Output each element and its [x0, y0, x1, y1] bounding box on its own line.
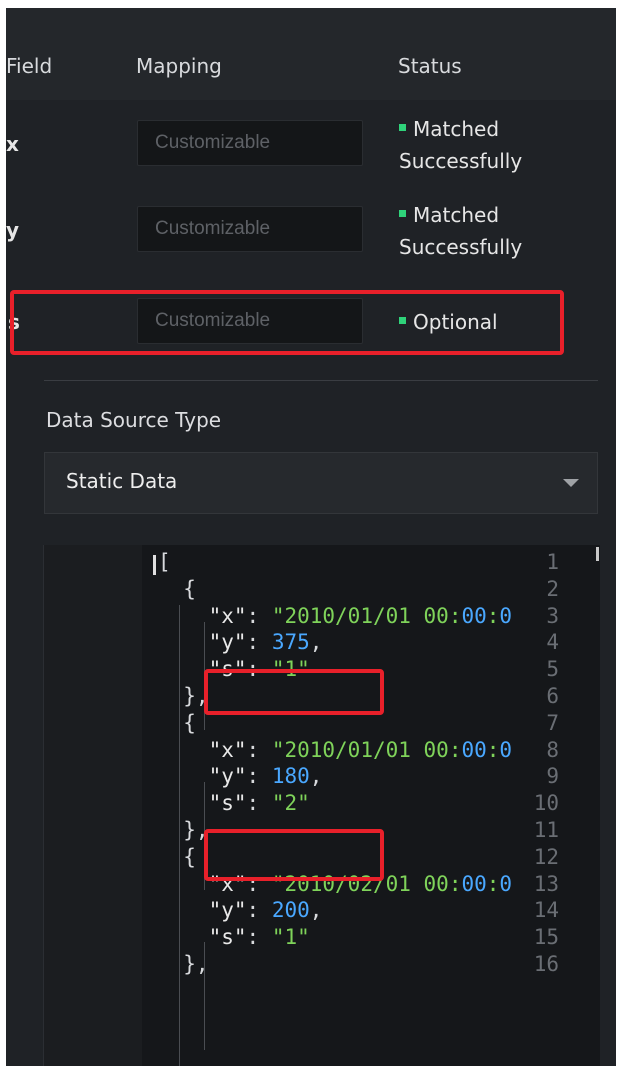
status-text-y: Matched Successfully [399, 203, 523, 259]
code-line: { [158, 710, 196, 735]
data-source-type-select[interactable]: Static Data [44, 452, 598, 514]
code-line: "s": "1" [208, 925, 310, 950]
code-line: }, [158, 818, 209, 842]
code-line: "x": "2010/01/01 00:00:0 [208, 603, 513, 628]
indent-guide [179, 605, 180, 1066]
code-line: "y": 375, [208, 630, 323, 655]
editor-scrollbar[interactable] [596, 547, 599, 561]
status-dot-icon [399, 210, 406, 217]
static-data-code-editor[interactable]: 1 2 3 4 5 6 7 8 9 10 11 12 13 14 15 16 [ { "x": "2010/0… [43, 545, 600, 1066]
indent-guide [204, 942, 205, 1050]
line-number-gutter [44, 545, 142, 1066]
status-y: Matched Successfully [399, 199, 569, 263]
data-source-type-value: Static Data [66, 469, 178, 493]
code-line: "x": "2010/01/01 00:00:0 [208, 737, 513, 762]
code-line: }, [158, 952, 209, 976]
line-number: 9 [546, 764, 559, 789]
code-line: "y": 200, [208, 898, 323, 923]
line-number: 6 [546, 684, 559, 708]
line-number: 2 [546, 576, 559, 601]
field-table-header: Field Mapping Status [6, 8, 616, 100]
highlight-box-s-value-2 [204, 829, 384, 881]
highlight-box-row-s [10, 290, 564, 355]
mapping-input-y[interactable]: Customizable [137, 206, 363, 252]
status-dot-icon [399, 124, 406, 131]
line-number: 11 [533, 818, 559, 842]
line-number: 15 [533, 925, 559, 950]
line-number: 1 [546, 550, 559, 574]
mapping-column-header: Mapping [136, 54, 222, 78]
divider [44, 380, 598, 381]
code-line: [ [158, 550, 171, 574]
chevron-down-icon [563, 479, 579, 487]
status-text-x: Matched Successfully [399, 117, 523, 173]
line-number: 5 [546, 657, 559, 682]
highlight-box-s-value-1 [204, 669, 384, 715]
field-name-x: x [6, 132, 19, 156]
line-number: 16 [533, 952, 559, 976]
status-x: Matched Successfully [399, 113, 569, 177]
code-line: { [158, 844, 196, 869]
code-line: }, [158, 684, 209, 708]
text-cursor [153, 555, 156, 575]
code-line: { [158, 576, 196, 601]
line-number: 12 [533, 844, 559, 869]
field-name-y: y [6, 218, 20, 242]
line-number: 14 [533, 898, 559, 923]
data-config-panel: Field Mapping Status x Customizable Matc… [6, 8, 616, 1066]
line-number: 4 [546, 630, 559, 655]
mapping-input-x[interactable]: Customizable [137, 120, 363, 166]
line-number: 10 [533, 791, 559, 816]
data-source-type-label: Data Source Type [46, 408, 222, 432]
code-line: "s": "2" [208, 791, 310, 816]
line-number: 7 [546, 710, 559, 735]
field-column-header: Field [6, 54, 53, 78]
status-column-header: Status [398, 54, 462, 78]
code-line: "y": 180, [208, 764, 323, 789]
